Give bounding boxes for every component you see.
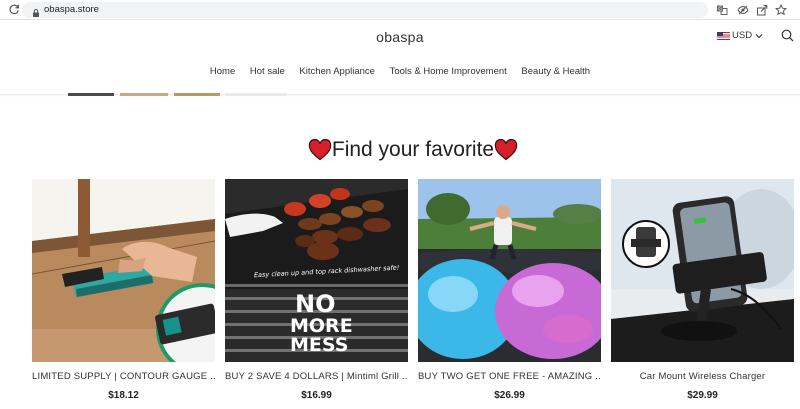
heart-icon (308, 139, 332, 161)
nav-kitchen-appliance[interactable]: Kitchen Appliance (299, 66, 375, 77)
product-title[interactable]: Car Mount Wireless Charger (611, 371, 794, 382)
product-title[interactable]: LIMITED SUPPLY | CONTOUR GAUGE ... (32, 371, 215, 382)
share-icon[interactable] (756, 3, 768, 16)
lock-icon (31, 5, 41, 17)
product-card[interactable]: LIMITED SUPPLY | CONTOUR GAUGE ... $18.1… (32, 179, 215, 401)
browser-address-bar: obaspa.store G (0, 0, 800, 20)
us-flag-icon (717, 31, 730, 40)
product-title[interactable]: BUY 2 SAVE 4 DOLLARS | Mintiml Grill ... (225, 371, 408, 382)
product-title[interactable]: BUY TWO GET ONE FREE - AMAZING ... (418, 371, 601, 382)
grill-overlay-line1: NO (295, 290, 336, 318)
product-card[interactable]: BUY TWO GET ONE FREE - AMAZING ... $26.9… (418, 179, 601, 401)
main-navigation: Home Hot sale Kitchen Appliance Tools & … (0, 66, 800, 77)
carousel-strip-thumb (226, 93, 286, 96)
section-title: Find your favorite (0, 138, 800, 162)
grill-overlay-line3: MESS (290, 334, 348, 356)
product-image-car-charger[interactable] (611, 179, 794, 362)
product-price: $26.99 (494, 390, 525, 401)
nav-tools-home-improvement[interactable]: Tools & Home Improvement (390, 66, 507, 77)
product-card[interactable]: Easy clean up and top rack dishwasher sa… (225, 179, 408, 401)
search-icon[interactable] (781, 29, 794, 42)
currency-selector[interactable]: USD (717, 30, 763, 41)
site-logo[interactable]: obaspa (0, 29, 800, 45)
product-price: $16.99 (301, 390, 332, 401)
product-image-water-balls[interactable] (418, 179, 601, 362)
carousel-strip-thumb (68, 93, 114, 96)
section-title-text: Find your favorite (331, 138, 495, 161)
carousel-strip-thumb (120, 93, 168, 96)
product-image-grill-mat[interactable]: Easy clean up and top rack dishwasher sa… (225, 179, 408, 362)
translate-icon[interactable]: G (716, 3, 728, 16)
nav-hot-sale[interactable]: Hot sale (250, 66, 285, 77)
star-icon[interactable] (774, 3, 788, 16)
heart-icon (494, 139, 518, 161)
currency-label: USD (732, 30, 753, 41)
carousel-strip-thumb (174, 93, 220, 96)
eye-off-icon[interactable] (737, 3, 749, 16)
nav-home[interactable]: Home (210, 66, 235, 77)
product-image-contour-gauge[interactable] (32, 179, 215, 362)
svg-text:G: G (718, 7, 722, 13)
reload-icon[interactable] (7, 3, 20, 16)
nav-beauty-health[interactable]: Beauty & Health (521, 66, 590, 77)
site-header: obaspa USD Home Hot sale Kitchen Applian… (0, 21, 800, 95)
chevron-down-icon (755, 33, 763, 38)
product-price: $18.12 (108, 390, 139, 401)
product-card[interactable]: Car Mount Wireless Charger $29.99 (611, 179, 794, 401)
url-bar[interactable]: obaspa.store (22, 2, 708, 18)
product-price: $29.99 (687, 390, 718, 401)
url-text: obaspa.store (44, 4, 99, 15)
